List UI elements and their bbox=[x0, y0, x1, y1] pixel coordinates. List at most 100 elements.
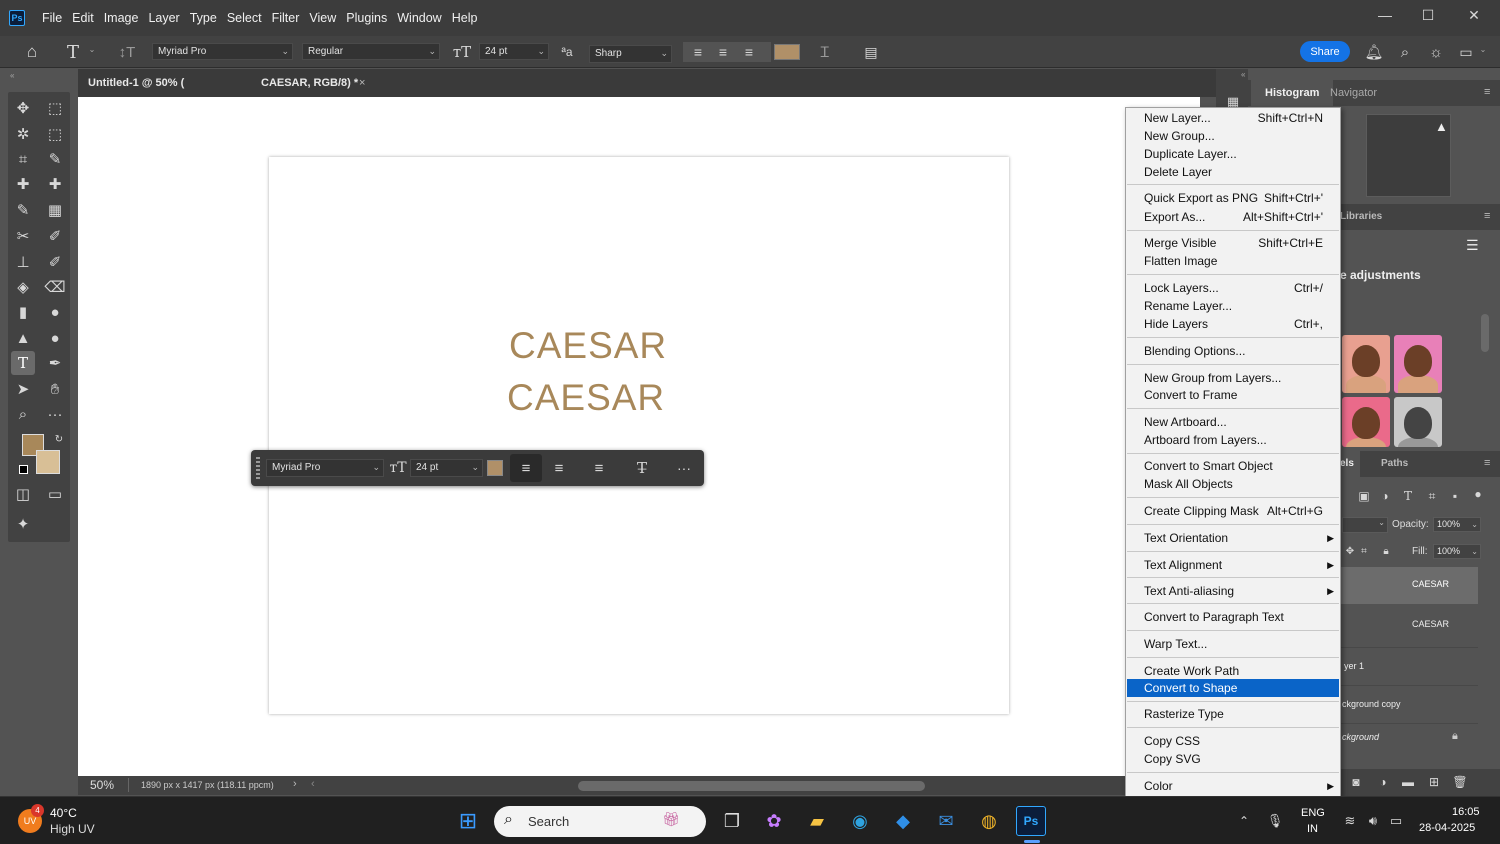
marquee-tool-icon[interactable]: ⬚ bbox=[43, 96, 67, 120]
adjustments-scrollbar[interactable] bbox=[1481, 314, 1489, 352]
canvas-text-line-2[interactable]: CAESAR bbox=[507, 377, 665, 419]
search-icon[interactable]: ⌕ bbox=[1395, 42, 1415, 62]
menu-item-new-layer[interactable]: New Layer... Shift+Ctrl+N bbox=[1127, 109, 1339, 127]
menu-item-text-alignment[interactable]: Text Alignment ▶ bbox=[1127, 556, 1339, 574]
layer-row[interactable]: yer 1 bbox=[1340, 647, 1478, 683]
warp-text-icon[interactable]: Ꮖ bbox=[815, 43, 835, 61]
home-icon[interactable]: ⌂ bbox=[20, 42, 44, 62]
pen-tool-icon[interactable]: ✒ bbox=[43, 351, 67, 375]
lock-artboard-icon[interactable]: ⌗ bbox=[1357, 544, 1371, 558]
menu-type[interactable]: Type bbox=[185, 11, 222, 25]
blend-mode-dropdown[interactable]: ⌄ bbox=[1342, 517, 1388, 533]
task-view-icon[interactable]: ❐ bbox=[716, 805, 748, 837]
ctx-text-options-icon[interactable]: T̶ bbox=[631, 457, 653, 479]
adjustment-preset-thumbnail[interactable] bbox=[1342, 335, 1390, 393]
panel-menu-icon[interactable]: ≡ bbox=[1484, 86, 1490, 98]
maximize-button[interactable]: ☐ bbox=[1405, 0, 1451, 30]
status-arrow-icon[interactable]: › bbox=[293, 778, 297, 790]
panel-menu-icon[interactable]: ≡ bbox=[1484, 210, 1490, 222]
add-mask-icon[interactable]: ◙ bbox=[1348, 774, 1364, 790]
document-canvas[interactable]: CAESAR CAESAR bbox=[269, 157, 1009, 714]
filter-image-icon[interactable]: ▣ bbox=[1356, 488, 1372, 504]
mail-icon[interactable]: ✉ bbox=[930, 805, 962, 837]
menu-item-convert-to-shape[interactable]: Convert to Shape bbox=[1127, 679, 1339, 697]
share-button[interactable]: Share bbox=[1300, 41, 1350, 62]
type-tool-preset-icon[interactable]: T bbox=[62, 41, 84, 63]
screen-mode-icon[interactable]: ▭ bbox=[43, 482, 67, 506]
tab-libraries[interactable]: Libraries bbox=[1340, 204, 1382, 230]
eraser-tool-icon[interactable]: ⌫ bbox=[43, 275, 67, 299]
new-group-icon[interactable]: ▬ bbox=[1400, 774, 1416, 790]
menu-window[interactable]: Window bbox=[392, 11, 446, 25]
sharpen-tool-icon[interactable]: ▲ bbox=[11, 326, 35, 350]
ctx-color-swatch[interactable] bbox=[487, 460, 503, 476]
blur-tool-icon[interactable]: ● bbox=[43, 300, 67, 324]
ctx-font-size-dropdown[interactable]: 24 pt ⌄ bbox=[410, 459, 483, 477]
menu-item-delete-layer[interactable]: Delete Layer bbox=[1127, 163, 1339, 181]
menu-item-new-group-from-layers[interactable]: New Group from Layers... bbox=[1127, 369, 1339, 387]
minimize-button[interactable]: — bbox=[1362, 0, 1408, 30]
layer-row[interactable]: ckground 🔒︎ bbox=[1340, 723, 1478, 753]
dropbox-icon[interactable]: ◆ bbox=[887, 805, 919, 837]
horizontal-scrollbar[interactable] bbox=[578, 781, 925, 791]
more-tools-icon[interactable]: ··· bbox=[43, 402, 67, 426]
menu-filter[interactable]: Filter bbox=[267, 11, 305, 25]
canvas-text-line-1[interactable]: CAESAR bbox=[509, 325, 667, 367]
menu-item-warp-text[interactable]: Warp Text... bbox=[1127, 635, 1339, 653]
weather-description[interactable]: High UV bbox=[50, 822, 95, 836]
warning-icon[interactable]: ▲ bbox=[1435, 119, 1448, 134]
photoshop-taskbar-icon[interactable]: Ps bbox=[1016, 806, 1046, 836]
lock-icon[interactable]: 🔒︎ bbox=[1452, 730, 1458, 743]
text-orientation-icon[interactable]: ↕T bbox=[116, 41, 138, 63]
clock-time[interactable]: 16:05 bbox=[1452, 806, 1480, 818]
tab-close-icon[interactable]: × bbox=[359, 69, 365, 97]
type-tool-icon[interactable]: T bbox=[11, 351, 35, 375]
fill-input[interactable]: 100% ⌄ bbox=[1433, 544, 1481, 559]
default-colors-icon[interactable] bbox=[19, 465, 28, 474]
menu-item-copy-svg[interactable]: Copy SVG bbox=[1127, 750, 1339, 768]
close-button[interactable]: ✕ bbox=[1451, 0, 1497, 30]
adjustment-preset-thumbnail[interactable] bbox=[1342, 397, 1390, 447]
ctx-align-right-icon[interactable]: ≡ bbox=[589, 458, 609, 478]
language-indicator[interactable]: ENG bbox=[1301, 807, 1325, 819]
menu-item-flatten-image[interactable]: Flatten Image bbox=[1127, 252, 1339, 270]
align-right-icon[interactable]: ≡ bbox=[740, 43, 758, 61]
font-style-dropdown[interactable]: Regular ⌄ bbox=[302, 43, 440, 60]
windows-start-icon[interactable]: ⊞ bbox=[452, 805, 484, 837]
filter-shape-icon[interactable]: ⌗ bbox=[1424, 488, 1440, 504]
menu-select[interactable]: Select bbox=[222, 11, 267, 25]
menu-item-mask-all-objects[interactable]: Mask All Objects bbox=[1127, 475, 1339, 493]
filter-type-icon[interactable]: T bbox=[1400, 488, 1416, 504]
font-size-dropdown[interactable]: 24 pt ⌄ bbox=[479, 43, 549, 60]
menu-item-lock-layers[interactable]: Lock Layers... Ctrl+/ bbox=[1127, 279, 1339, 297]
volume-icon[interactable]: 🔊︎ bbox=[1364, 812, 1382, 830]
menu-help[interactable]: Help bbox=[447, 11, 483, 25]
remove-tool-icon[interactable]: ✂ bbox=[11, 224, 35, 248]
taskbar-search-box[interactable]: ⌕ Search 🎁︎ bbox=[494, 806, 706, 837]
pattern-stamp-tool-icon[interactable]: ▦ bbox=[43, 198, 67, 222]
align-center-icon[interactable]: ≡ bbox=[714, 43, 732, 61]
menu-item-new-group[interactable]: New Group... bbox=[1127, 127, 1339, 145]
move-tool-icon[interactable]: ✥ bbox=[11, 96, 35, 120]
menu-plugins[interactable]: Plugins bbox=[341, 11, 392, 25]
paint-brush-tool-icon[interactable]: ✐ bbox=[43, 224, 67, 248]
menu-item-duplicate-layer[interactable]: Duplicate Layer... bbox=[1127, 145, 1339, 163]
menu-view[interactable]: View bbox=[304, 11, 341, 25]
adjustment-layer-icon[interactable]: ◑ bbox=[1375, 774, 1391, 790]
menu-item-hide-layers[interactable]: Hide Layers Ctrl+, bbox=[1127, 315, 1339, 333]
menu-item-create-clipping-mask[interactable]: Create Clipping Mask Alt+Ctrl+G bbox=[1127, 502, 1339, 520]
lock-all-icon[interactable]: 🔒︎ bbox=[1379, 544, 1393, 558]
healing-brush-tool-icon[interactable]: ✚ bbox=[43, 172, 67, 196]
clock-date[interactable]: 28-04-2025 bbox=[1419, 822, 1475, 834]
region-indicator[interactable]: IN bbox=[1307, 823, 1318, 835]
font-family-dropdown[interactable]: Myriad Pro ⌄ bbox=[152, 43, 293, 60]
copilot-icon[interactable]: ✿ bbox=[758, 805, 790, 837]
brush-tool-icon[interactable]: ✎ bbox=[11, 198, 35, 222]
paint-bucket-tool-icon[interactable]: ◈ bbox=[11, 275, 35, 299]
layer-row[interactable]: CAESAR bbox=[1340, 607, 1478, 643]
clone-stamp-tool-icon[interactable]: ⊥ bbox=[11, 250, 35, 274]
tab-layers[interactable]: els bbox=[1340, 451, 1360, 477]
history-brush-tool-icon[interactable]: ✐ bbox=[43, 250, 67, 274]
menu-item-blending-options[interactable]: Blending Options... bbox=[1127, 342, 1339, 360]
menu-image[interactable]: Image bbox=[99, 11, 144, 25]
